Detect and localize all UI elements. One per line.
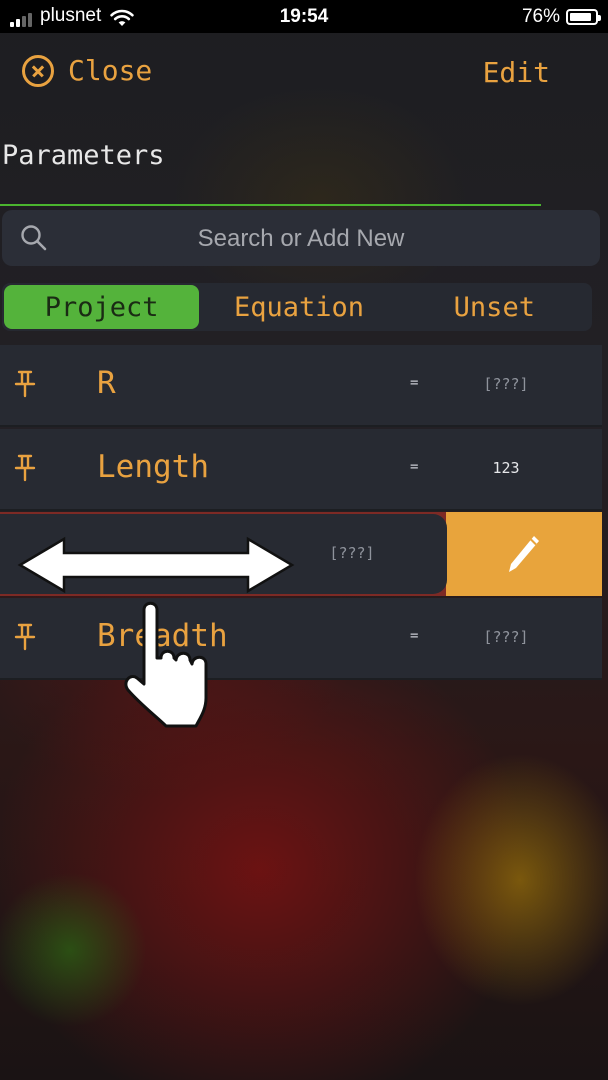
battery-status: 76% [521, 6, 601, 28]
battery-icon [566, 9, 601, 25]
parameter-value: [???] [483, 375, 529, 393]
equals-sign: = [410, 459, 419, 475]
search-bar[interactable] [2, 210, 600, 268]
segmented-control: Project Equation Unset [2, 283, 592, 331]
close-button[interactable]: Close [22, 54, 152, 87]
parameter-row-r[interactable]: R = [???] [0, 345, 602, 427]
swipe-hand-icon [124, 601, 208, 728]
pencil-icon [509, 536, 539, 572]
segment-project[interactable]: Project [4, 285, 200, 329]
close-circle-icon [22, 54, 54, 87]
parameter-name: R [97, 365, 116, 401]
parameter-value: 123 [492, 459, 520, 477]
battery-percent: 76% [521, 6, 560, 27]
edit-button[interactable]: Edit [483, 56, 550, 89]
double-arrow-icon [17, 536, 295, 594]
equals-sign: = [410, 628, 419, 644]
parameter-row-breadth[interactable]: Breadth = [???] [0, 598, 602, 680]
segment-equation[interactable]: Equation [201, 283, 396, 331]
page-title: Parameters [2, 140, 165, 171]
pin-icon[interactable] [12, 453, 38, 483]
pin-icon[interactable] [12, 622, 38, 652]
parameter-row-length[interactable]: Length = 123 [0, 429, 602, 511]
parameter-value: [???] [483, 628, 529, 646]
equals-sign: = [410, 375, 419, 391]
edit-swipe-action[interactable] [446, 512, 602, 596]
navigation-bar: Close Edit [0, 50, 608, 96]
parameter-name: Length [97, 449, 209, 485]
status-time: 19:54 [279, 6, 329, 27]
pin-icon[interactable] [12, 369, 38, 399]
title-underline [0, 204, 541, 206]
close-label: Close [68, 54, 153, 87]
parameter-value: [???] [329, 544, 375, 562]
status-bar: plusnet 19:54 76% [0, 0, 608, 33]
segment-unset[interactable]: Unset [397, 283, 592, 331]
search-input[interactable] [2, 210, 600, 268]
